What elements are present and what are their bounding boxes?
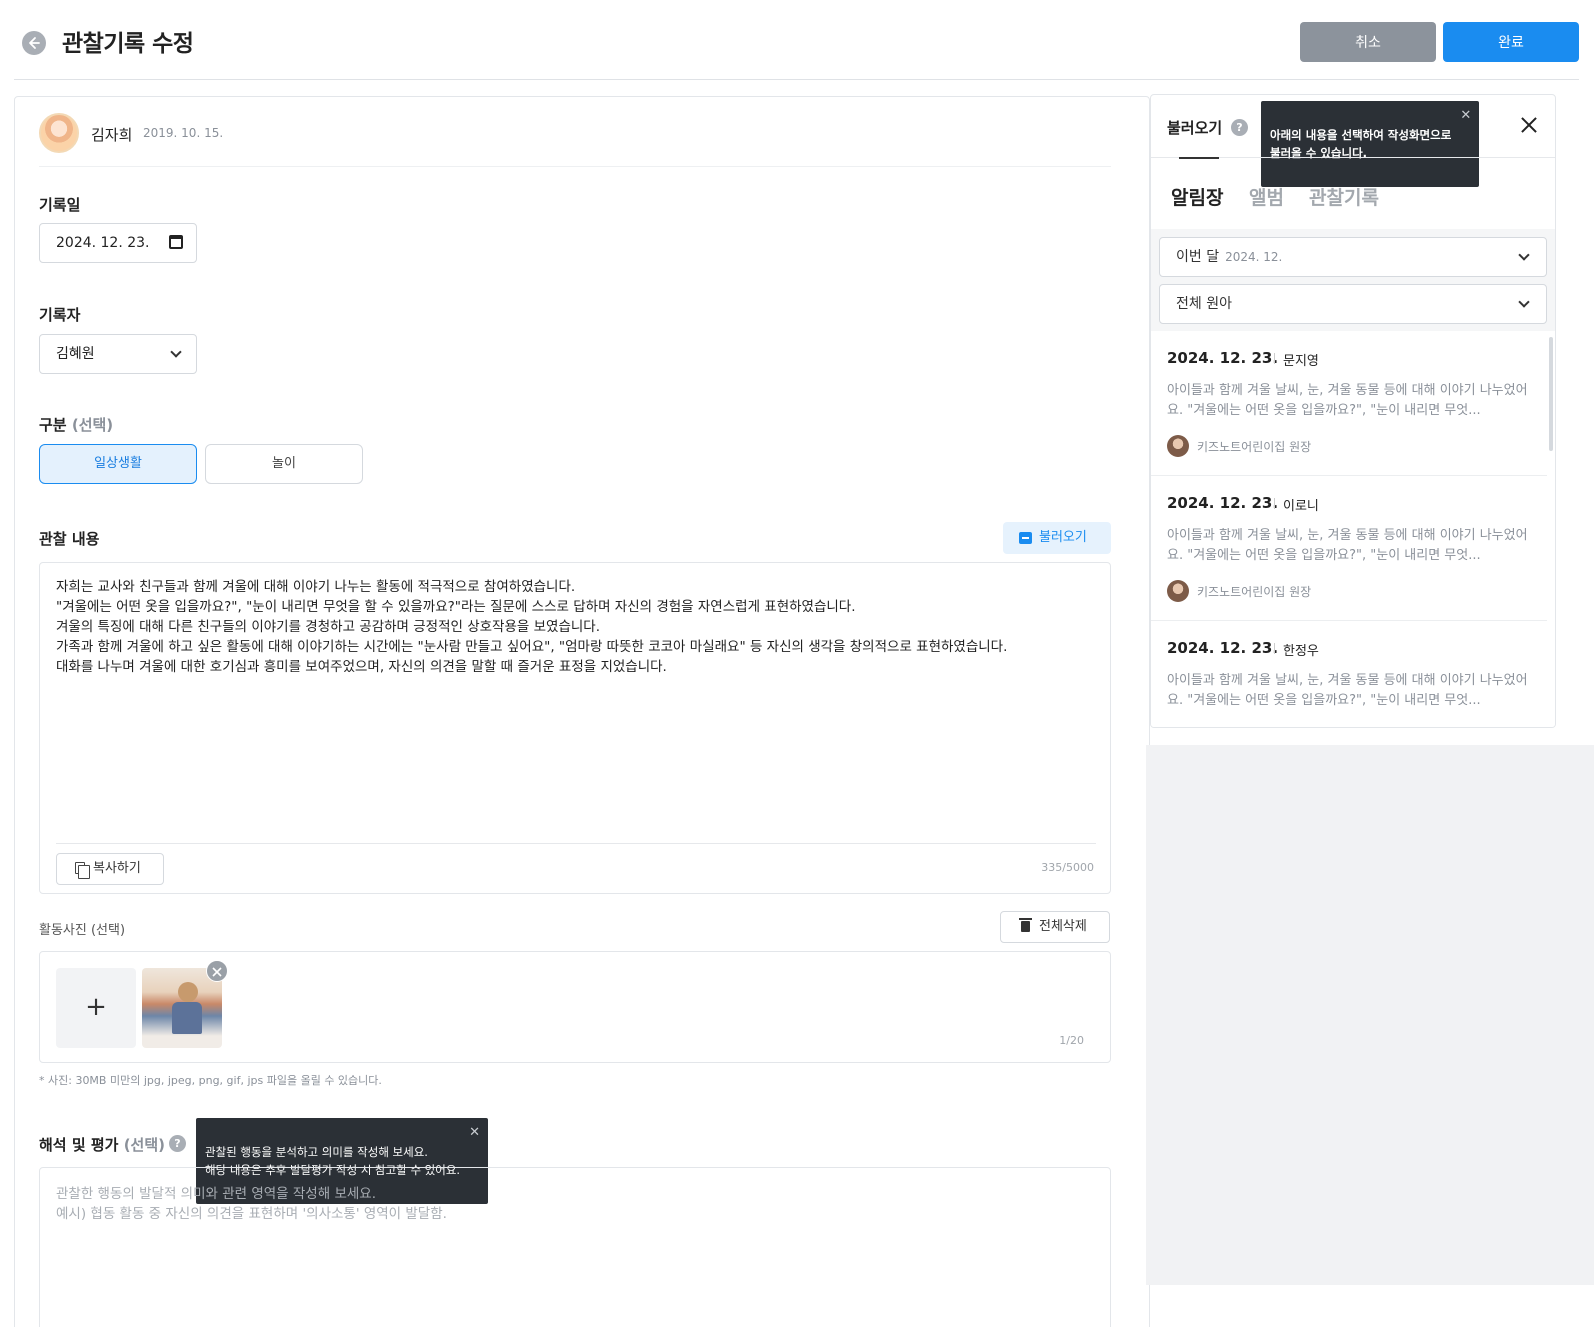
tooltip-close-icon[interactable]: ✕ <box>469 1124 480 1142</box>
photo-note: * 사진: 30MB 미만의 jpg, jpeg, png, gif, jps … <box>39 1074 382 1087</box>
observation-form: 김자희 2019. 10. 15. 기록일 2024. 12. 23. 기록자 … <box>14 96 1150 1327</box>
child-name: 김자희 <box>91 126 133 144</box>
card-separator <box>1274 353 1275 364</box>
side-tooltip-close-icon[interactable]: ✕ <box>1460 107 1471 125</box>
card-separator <box>1274 498 1275 509</box>
load-content-label: 불러오기 <box>1039 530 1087 545</box>
list-item[interactable]: 2024. 12. 23. 이로니 아이들과 함께 겨울 날씨, 눈, 겨울 동… <box>1151 476 1547 621</box>
card-child-name: 문지영 <box>1283 354 1319 369</box>
child-avatar <box>39 113 79 153</box>
arrow-left-icon <box>29 37 40 49</box>
import-icon <box>1019 532 1032 544</box>
copy-button[interactable]: 복사하기 <box>56 853 164 885</box>
char-count: 335/5000 <box>1041 861 1094 874</box>
tab-notice[interactable]: 알림장 <box>1171 183 1223 210</box>
load-side-panel: 불러오기 ? 아래의 내용을 선택하여 작성화면으로 불러올 수 있습니다. ✕… <box>1150 94 1556 728</box>
page-title: 관찰기록 수정 <box>62 31 194 57</box>
category-label-text: 구분 <box>39 416 67 434</box>
close-icon <box>212 967 222 977</box>
chevron-down-icon <box>170 346 182 358</box>
list-item[interactable]: 2024. 12. 23. 문지영 아이들과 함께 겨울 날씨, 눈, 겨울 동… <box>1151 331 1547 476</box>
copy-label: 복사하기 <box>93 861 141 876</box>
tab-album[interactable]: 앨범 <box>1249 183 1284 210</box>
trash-icon <box>1019 918 1032 932</box>
card-author: 키즈노트어린이집 원장 <box>1197 585 1312 599</box>
photo-label: 활동사진 (선택) <box>39 923 126 938</box>
child-filter-select[interactable]: 전체 원아 <box>1159 284 1547 324</box>
chevron-down-icon <box>1518 296 1530 308</box>
category-optional: (선택) <box>71 416 114 434</box>
card-body: 아이들과 함께 겨울 날씨, 눈, 겨울 동물 등에 대해 이야기 나누었어요.… <box>1167 383 1528 418</box>
page-header: 관찰기록 수정 취소 완료 <box>14 0 1579 80</box>
list-scrollbar[interactable] <box>1549 337 1553 451</box>
writer-value: 김혜원 <box>56 346 95 362</box>
cancel-button[interactable]: 취소 <box>1300 22 1436 62</box>
child-birthdate: 2019. 10. 15. <box>143 126 224 140</box>
side-tooltip-text: 아래의 내용을 선택하여 작성화면으로 불러올 수 있습니다. <box>1270 128 1452 160</box>
copy-icon <box>75 862 90 879</box>
done-button[interactable]: 완료 <box>1443 22 1579 62</box>
content-divider <box>56 843 1096 844</box>
card-author: 키즈노트어린이집 원장 <box>1197 440 1312 454</box>
author-avatar <box>1167 435 1189 457</box>
content-label: 관찰 내용 <box>39 530 100 548</box>
content-textarea[interactable]: 자희는 교사와 친구들과 함께 겨울에 대해 이야기 나누는 활동에 적극적으로… <box>39 562 1111 894</box>
chevron-down-icon <box>1518 249 1530 261</box>
interp-optional: (선택) <box>123 1136 165 1154</box>
child-filter-value: 전체 원아 <box>1176 296 1232 312</box>
interp-textarea[interactable]: 관찰한 행동의 발달적 의미와 관련 영역을 작성해 보세요. 예시) 협동 활… <box>39 1167 1111 1327</box>
side-panel-close-icon[interactable] <box>1519 115 1539 135</box>
category-option-daily[interactable]: 일상생활 <box>39 444 197 484</box>
card-body: 아이들과 함께 겨울 날씨, 눈, 겨울 동물 등에 대해 이야기 나누었어요.… <box>1167 673 1528 708</box>
card-child-name: 한정우 <box>1283 644 1319 659</box>
delete-all-photos-button[interactable]: 전체삭제 <box>1000 911 1110 943</box>
side-tooltip: 아래의 내용을 선택하여 작성화면으로 불러올 수 있습니다. ✕ <box>1261 101 1480 187</box>
author-avatar <box>1167 580 1189 602</box>
card-date: 2024. 12. 23. <box>1167 494 1279 512</box>
delete-all-label: 전체삭제 <box>1039 919 1087 934</box>
photo-uploader: + 1/20 <box>39 951 1111 1063</box>
month-filter-value: 2024. 12. <box>1225 250 1283 264</box>
remove-photo-button[interactable] <box>206 960 228 982</box>
card-body: 아이들과 함께 겨울 날씨, 눈, 겨울 동물 등에 대해 이야기 나누었어요.… <box>1167 528 1528 563</box>
month-filter-label: 이번 달 <box>1176 249 1220 265</box>
list-item[interactable]: 2024. 12. 23. 한정우 아이들과 함께 겨울 날씨, 눈, 겨울 동… <box>1151 621 1547 727</box>
photo-count: 1/20 <box>1059 1034 1084 1047</box>
interp-label: 해석 및 평가 (선택) <box>39 1134 165 1155</box>
interp-placeholder: 관찰한 행동의 발달적 의미와 관련 영역을 작성해 보세요. 예시) 협동 활… <box>56 1186 447 1222</box>
writer-select[interactable]: 김혜원 <box>39 334 197 374</box>
title-underline <box>1179 157 1219 159</box>
side-panel-title: 불러오기 <box>1167 119 1223 137</box>
month-filter-select[interactable]: 이번 달 2024. 12. <box>1159 237 1547 277</box>
calendar-icon[interactable] <box>169 235 183 249</box>
add-photo-button[interactable]: + <box>56 968 136 1048</box>
back-button[interactable] <box>22 31 46 55</box>
side-panel-backdrop <box>1146 745 1594 1285</box>
load-content-button[interactable]: 불러오기 <box>1003 522 1111 554</box>
interp-label-text: 해석 및 평가 <box>39 1136 119 1154</box>
record-date-input[interactable]: 2024. 12. 23. <box>39 223 197 263</box>
card-date: 2024. 12. 23. <box>1167 349 1279 367</box>
tab-observation[interactable]: 관찰기록 <box>1309 183 1379 210</box>
help-icon[interactable]: ? <box>169 1135 186 1152</box>
content-text: 자희는 교사와 친구들과 함께 겨울에 대해 이야기 나누는 활동에 적극적으로… <box>56 579 1008 675</box>
record-date-label: 기록일 <box>39 196 81 214</box>
card-date: 2024. 12. 23. <box>1167 639 1279 657</box>
side-help-icon[interactable]: ? <box>1231 119 1248 136</box>
category-option-play[interactable]: 놀이 <box>205 444 363 484</box>
record-date-value: 2024. 12. 23. <box>56 235 150 251</box>
child-profile: 김자희 2019. 10. 15. <box>39 113 1111 167</box>
card-child-name: 이로니 <box>1283 499 1319 514</box>
card-separator <box>1274 643 1275 654</box>
category-label: 구분 (선택) <box>39 414 113 435</box>
writer-label: 기록자 <box>39 306 81 324</box>
notice-list: 2024. 12. 23. 문지영 아이들과 함께 겨울 날씨, 눈, 겨울 동… <box>1151 331 1555 727</box>
